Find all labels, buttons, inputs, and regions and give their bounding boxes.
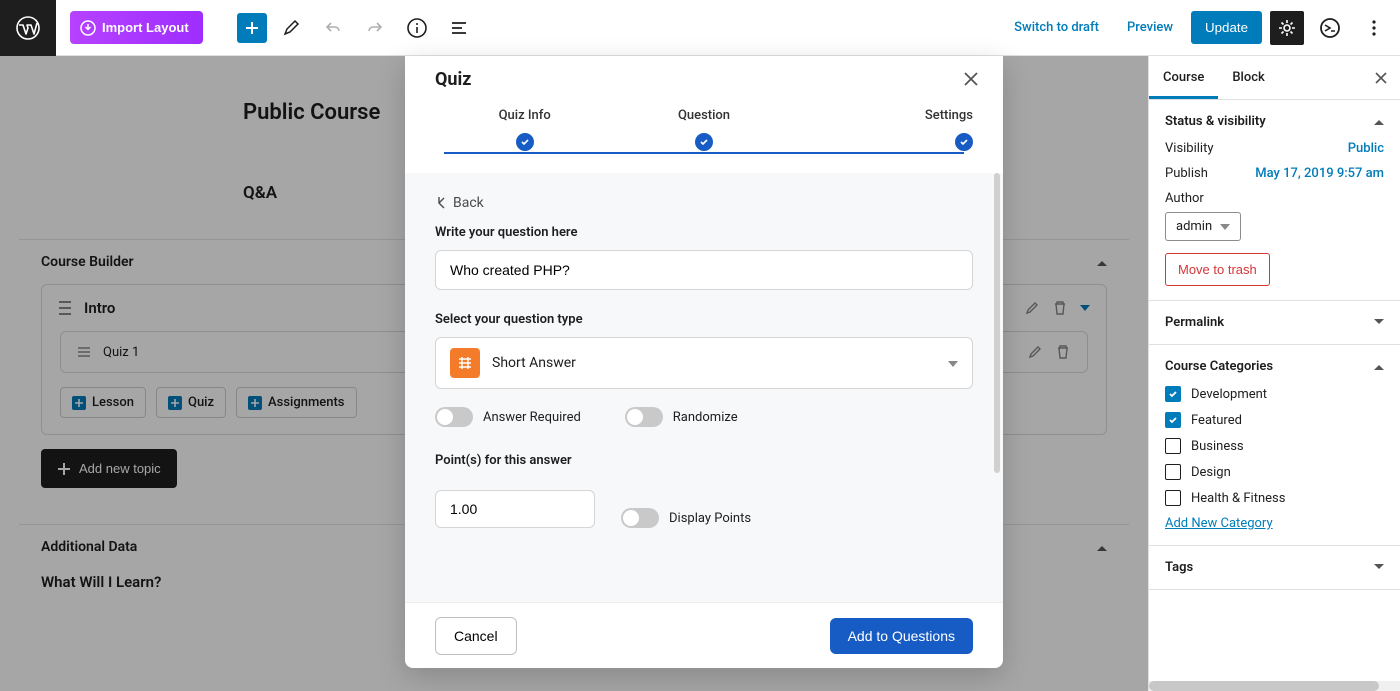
import-layout-label: Import Layout (102, 20, 189, 35)
author-select[interactable]: admin (1165, 212, 1241, 241)
modal-scrollbar[interactable] (994, 173, 1000, 602)
chevron-up-icon (1374, 114, 1384, 129)
tags-panel[interactable]: Tags (1165, 560, 1384, 575)
add-block-button[interactable] (237, 13, 267, 43)
modal-title: Quiz (435, 69, 471, 90)
checkbox[interactable] (1165, 438, 1181, 454)
checkbox[interactable] (1165, 412, 1181, 428)
category-label: Business (1191, 439, 1244, 454)
question-field-label: Write your question here (435, 225, 973, 240)
short-answer-icon (450, 348, 480, 378)
type-field-label: Select your question type (435, 312, 973, 327)
points-input[interactable] (435, 490, 595, 528)
add-to-questions-button[interactable]: Add to Questions (830, 618, 973, 654)
move-to-trash-button[interactable]: Move to trash (1165, 253, 1270, 286)
back-button[interactable]: Back (435, 195, 973, 211)
preview-button[interactable]: Preview (1117, 14, 1183, 41)
display-points-toggle[interactable] (621, 508, 659, 528)
status-visibility-panel[interactable]: Status & visibility (1165, 114, 1384, 129)
category-label: Design (1191, 465, 1231, 480)
edit-mode-button[interactable] (273, 10, 309, 46)
update-button[interactable]: Update (1191, 11, 1262, 44)
step-dot-complete (955, 133, 973, 151)
cancel-button[interactable]: Cancel (435, 617, 517, 655)
chevron-up-icon (1374, 359, 1384, 374)
question-type-select[interactable]: Short Answer (435, 337, 973, 389)
category-item[interactable]: Featured (1165, 412, 1384, 428)
info-button[interactable] (399, 10, 435, 46)
chevron-down-icon (948, 356, 958, 371)
checkbox[interactable] (1165, 464, 1181, 480)
outline-button[interactable] (441, 10, 477, 46)
close-sidebar-icon[interactable] (1362, 71, 1400, 85)
settings-button[interactable] (1270, 11, 1304, 45)
stepper-line (444, 152, 964, 154)
step-quiz-info[interactable]: Quiz Info (435, 108, 614, 123)
step-question[interactable]: Question (614, 108, 793, 123)
publish-date-value[interactable]: May 17, 2019 9:57 am (1255, 166, 1384, 181)
category-item[interactable]: Development (1165, 386, 1384, 402)
horizontal-scrollbar[interactable] (1149, 681, 1400, 691)
more-options-button[interactable] (1356, 10, 1392, 46)
close-modal-icon[interactable] (963, 71, 979, 87)
add-new-category-link[interactable]: Add New Category (1165, 516, 1273, 531)
category-item[interactable]: Business (1165, 438, 1384, 454)
quiz-modal: Quiz Quiz Info Question Settings Back Wr… (405, 56, 1003, 668)
redo-button[interactable] (357, 10, 393, 46)
randomize-toggle[interactable] (625, 407, 663, 427)
checkbox[interactable] (1165, 490, 1181, 506)
category-item[interactable]: Design (1165, 464, 1384, 480)
step-settings[interactable]: Settings (794, 108, 973, 123)
chevron-down-icon (1220, 219, 1230, 234)
plugin-button[interactable] (1312, 10, 1348, 46)
chevron-down-icon (1374, 315, 1384, 330)
category-label: Health & Fitness (1191, 491, 1285, 506)
switch-to-draft-button[interactable]: Switch to draft (1004, 14, 1109, 41)
category-item[interactable]: Health & Fitness (1165, 490, 1384, 506)
permalink-panel[interactable]: Permalink (1165, 315, 1384, 330)
import-layout-button[interactable]: Import Layout (70, 11, 203, 44)
wordpress-logo[interactable] (0, 0, 56, 56)
tab-block[interactable]: Block (1218, 56, 1278, 99)
category-label: Development (1191, 387, 1267, 402)
category-label: Featured (1191, 413, 1242, 428)
checkbox[interactable] (1165, 386, 1181, 402)
question-input[interactable] (435, 250, 973, 290)
chevron-down-icon (1374, 560, 1384, 575)
step-dot-complete (695, 133, 713, 151)
author-label: Author (1165, 191, 1384, 206)
tab-course[interactable]: Course (1149, 56, 1218, 99)
answer-required-toggle[interactable] (435, 407, 473, 427)
step-dot-complete (516, 133, 534, 151)
points-field-label: Point(s) for this answer (435, 453, 973, 468)
visibility-value[interactable]: Public (1348, 141, 1384, 156)
undo-button[interactable] (315, 10, 351, 46)
course-categories-panel[interactable]: Course Categories (1165, 359, 1384, 374)
